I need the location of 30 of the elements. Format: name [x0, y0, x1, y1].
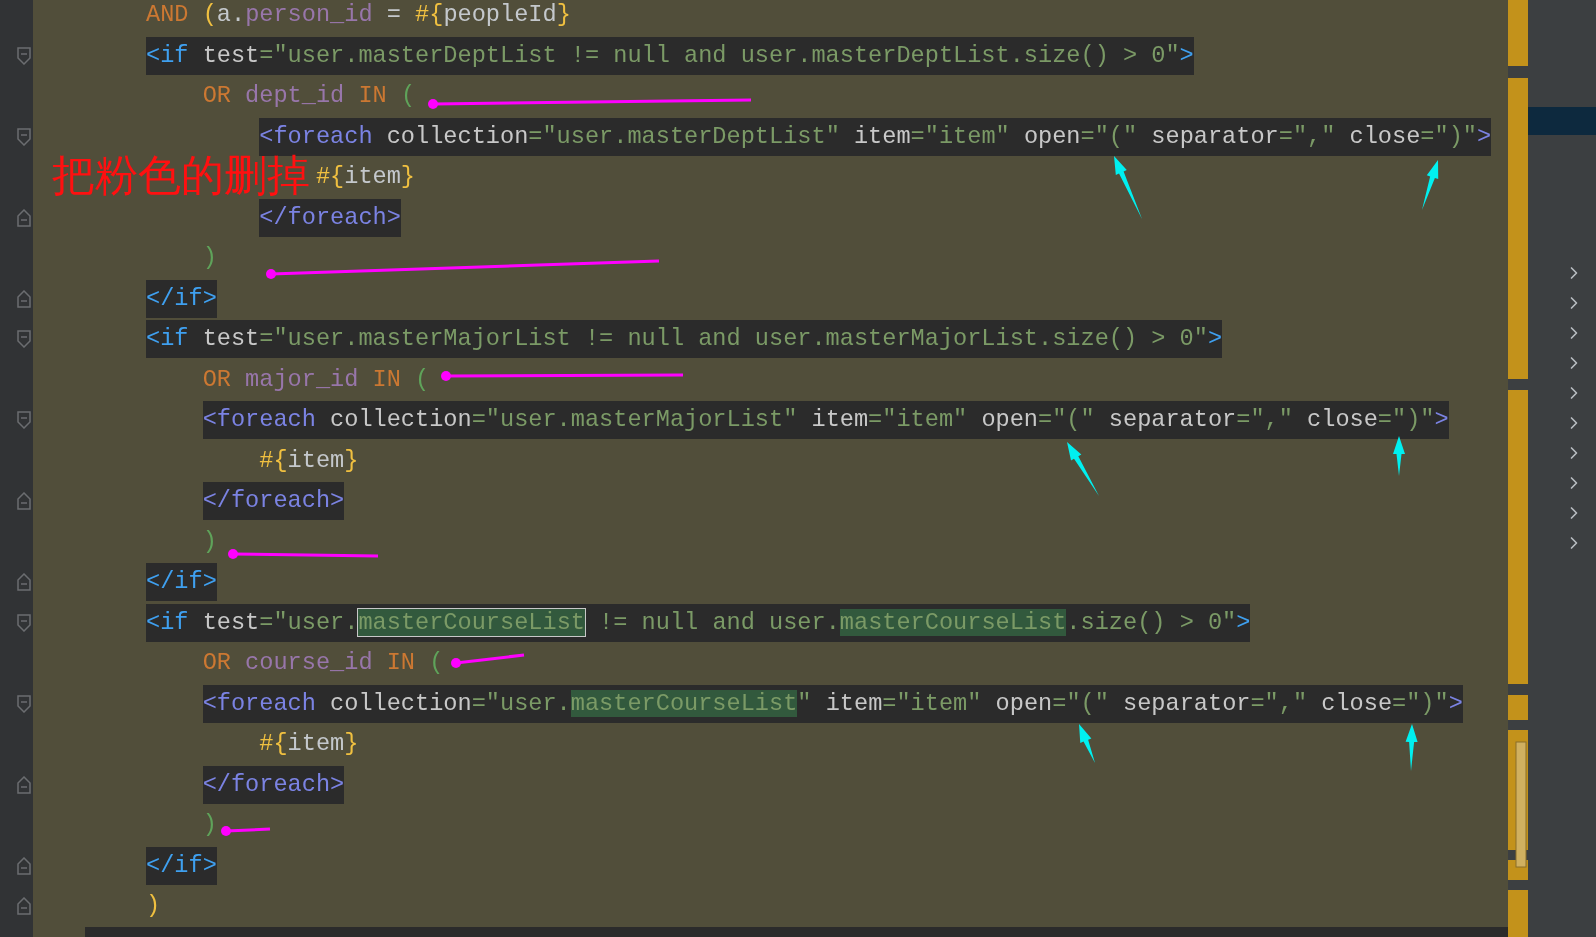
code-line: ) [202, 243, 217, 274]
fold-icon[interactable] [16, 46, 32, 65]
fold-icon[interactable] [16, 330, 32, 349]
arrow [1079, 724, 1095, 763]
arrow [1067, 442, 1099, 496]
code-line: ) [146, 891, 161, 922]
fold-icon[interactable] [16, 127, 32, 146]
code-line: #{item} [259, 729, 359, 760]
annotation-line [221, 826, 271, 836]
code-line: ) [202, 810, 217, 841]
fold-icon[interactable] [16, 694, 32, 713]
code-line: #{item} [315, 162, 416, 193]
fold-icon[interactable] [16, 897, 32, 916]
code-line: AND (a.person_id = #{peopleId} [146, 0, 571, 31]
fold-icon[interactable] [16, 573, 32, 592]
fold-icon[interactable] [16, 856, 32, 875]
fold-icon[interactable] [16, 492, 32, 511]
arrow [1114, 156, 1142, 219]
code-line: ) [202, 526, 217, 557]
fold-icon[interactable] [16, 411, 32, 430]
code-line: OR major_id IN ( [202, 364, 430, 395]
code-line: #{item} [259, 445, 359, 476]
arrow [1422, 160, 1439, 210]
fold-icon[interactable] [16, 613, 32, 632]
fold-icon[interactable] [16, 775, 32, 794]
fold-icon[interactable] [16, 289, 32, 308]
code-line: OR course_id IN ( [202, 648, 444, 679]
fold-icon[interactable] [16, 208, 32, 227]
code-line: OR dept_id IN ( [202, 81, 416, 112]
horizontal-scrollbar[interactable] [85, 926, 1508, 937]
